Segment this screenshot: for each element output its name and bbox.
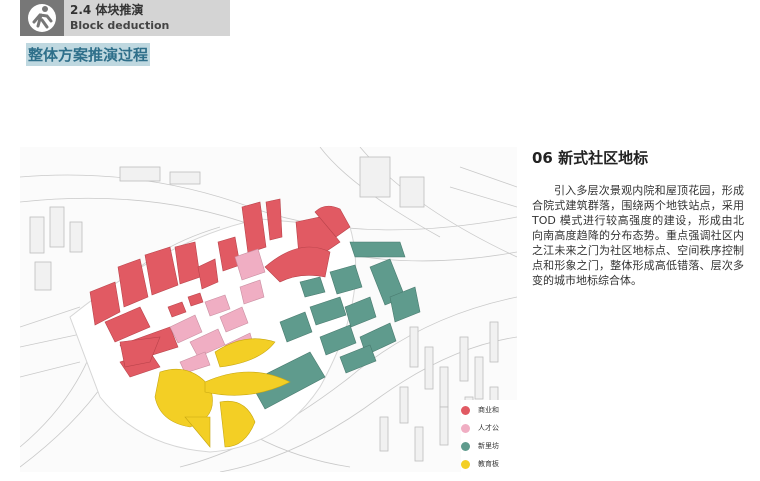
- legend-dot-education: [461, 459, 470, 469]
- legend-item-talent: 人才公: [461, 420, 499, 436]
- legend: 商业和 人才公 新里坊 教育板: [461, 400, 517, 472]
- legend-item-commercial: 商业和: [461, 402, 499, 418]
- legend-label-education: 教育板: [478, 460, 499, 468]
- header-subtitle: Block deduction: [70, 19, 170, 32]
- legend-dot-neighborhood: [461, 441, 470, 451]
- runner-logo-icon: [20, 0, 64, 36]
- page-title: 整体方案推演过程: [26, 43, 151, 66]
- legend-label-talent: 人才公: [478, 424, 499, 432]
- section-body: 引入多层次景观内院和屋顶花园，形成合院式建筑群落，围绕两个地铁站点，采用 TOD…: [532, 184, 744, 287]
- massing-svg: [20, 147, 517, 472]
- legend-item-education: 教育板: [461, 456, 499, 472]
- section-title: 06 新式社区地标: [532, 149, 649, 167]
- legend-dot-talent: [461, 423, 470, 433]
- legend-label-neighborhood: 新里坊: [478, 442, 499, 450]
- block-massing-diagram: [20, 147, 517, 472]
- legend-label-commercial: 商业和: [478, 406, 499, 414]
- legend-dot-commercial: [461, 405, 470, 415]
- legend-item-neighborhood: 新里坊: [461, 438, 499, 454]
- header-band: 2.4 体块推演 Block deduction: [20, 0, 230, 36]
- header-title: 2.4 体块推演: [70, 3, 144, 17]
